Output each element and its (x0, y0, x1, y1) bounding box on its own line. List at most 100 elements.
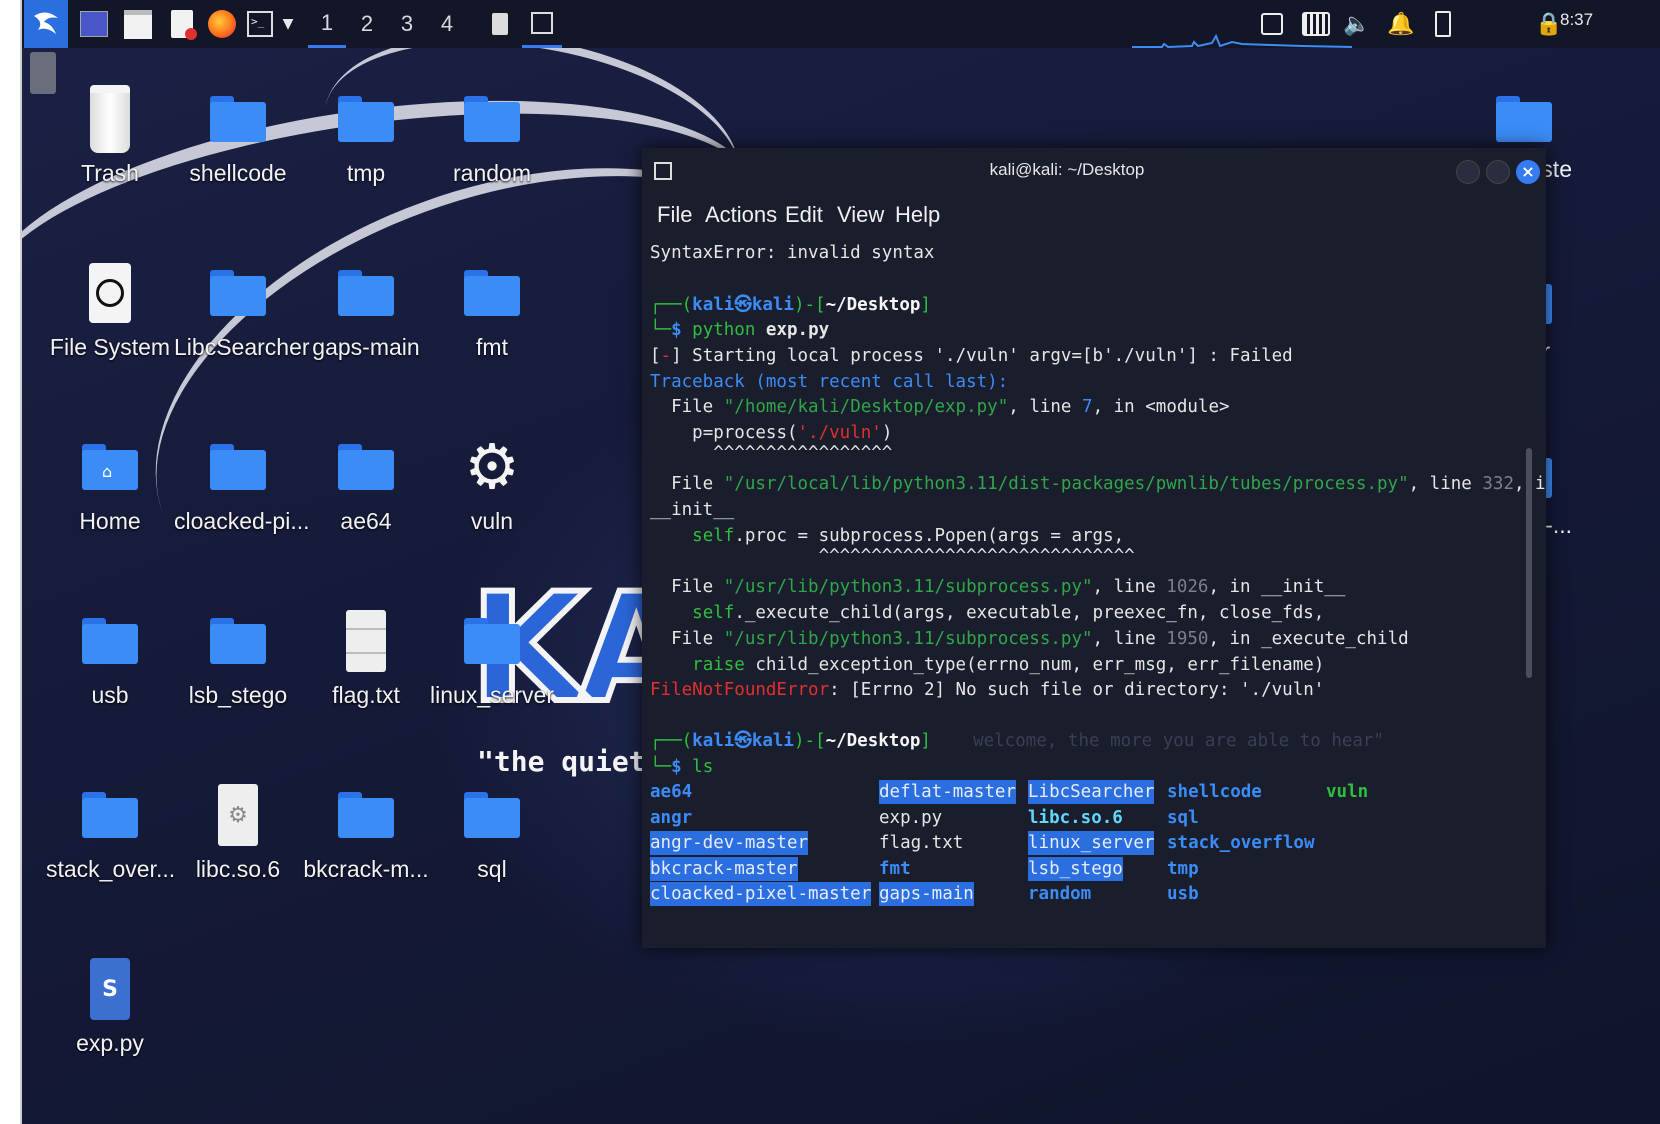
desktop-icon-label: Home (79, 508, 141, 534)
terminal-window[interactable]: kali@kali: ~/Desktop × File Actions Edit… (642, 148, 1546, 948)
desktop-icon[interactable]: gaps-main (302, 258, 430, 361)
workspace-4[interactable]: 4 (428, 0, 466, 48)
command-program: ls (692, 757, 714, 777)
ls-entry: ae64 (650, 782, 693, 802)
close-button[interactable]: × (1516, 160, 1540, 184)
terminal-output[interactable]: SyntaxError: invalid syntax ┌──(kali㉿kal… (650, 240, 1546, 940)
traceback-code: self._execute_child(args, executable, pr… (650, 600, 1324, 626)
desktop-icon[interactable]: usb (46, 606, 174, 709)
notification-bell-icon[interactable]: 🔔 (1384, 0, 1418, 48)
desktop[interactable]: KA "the quieter >_ ▼ 1 2 3 4 🔈 🔔 8:37 🔒 … (22, 0, 1660, 1124)
taskbar-editor-window-icon[interactable] (482, 0, 518, 48)
desktop-icon[interactable]: tmp (302, 84, 430, 187)
desktop-icon[interactable]: lsb_stego (174, 606, 302, 709)
desktop-icon[interactable]: sql (428, 780, 556, 883)
output-line: SyntaxError: invalid syntax (650, 240, 934, 266)
terminal-scrollbar[interactable] (1526, 448, 1532, 678)
command-line: └─$ python exp.py (650, 320, 830, 340)
desktop-icon[interactable]: shellcode (174, 84, 302, 187)
file-manager-icon[interactable] (120, 0, 156, 48)
left-edge (0, 0, 22, 1124)
desktop-icon-label: flag.txt (332, 682, 400, 708)
folder-icon (428, 84, 556, 154)
screenshot-icon[interactable] (1256, 0, 1288, 48)
error-message: : [Errno 2] No such file or directory: '… (829, 680, 1325, 700)
battery-icon[interactable] (1426, 0, 1460, 48)
ghost-suggestion: welcome, the more you are able to hear" (973, 731, 1385, 751)
code-keyword: self (692, 603, 735, 623)
prompt-line: ┌──(kali㉿kali)-[~/Desktop] welcome, the … (650, 731, 1385, 751)
library-file-icon: ⚙ (174, 780, 302, 850)
desktop-icon[interactable]: linux_server (428, 606, 556, 709)
desktop-icon[interactable]: fmt (428, 258, 556, 361)
syntax-error-text: SyntaxError: invalid syntax (650, 243, 935, 263)
desktop-icon[interactable]: Sexp.py (46, 954, 174, 1057)
terminal-titlebar[interactable]: kali@kali: ~/Desktop × (642, 148, 1546, 194)
ls-entry: tmp (1167, 858, 1199, 879)
folder-icon (428, 606, 556, 676)
text-file-icon (302, 606, 430, 676)
menu-help[interactable]: Help (895, 198, 940, 232)
text-editor-icon[interactable] (164, 0, 200, 48)
desktop-icon[interactable]: stack_over... (46, 780, 176, 883)
kali-menu-icon[interactable] (24, 0, 68, 48)
desktop-icon-label: gaps-main (312, 334, 420, 360)
desktop-icon[interactable]: LibcSearcher (174, 258, 310, 361)
desktop-show-icon[interactable] (76, 0, 112, 48)
desktop-icon-label: libc.so.6 (195, 856, 281, 882)
code-text: child_exception_type(errno_num, err_msg,… (744, 655, 1325, 675)
ls-entry: angr (650, 807, 693, 828)
menu-edit[interactable]: Edit (785, 198, 823, 232)
traceback-frame: File "/usr/lib/python3.11/subprocess.py"… (650, 629, 1409, 649)
ls-entry: lsb_stego (1028, 856, 1123, 881)
desktop-icon-label: File System (49, 334, 171, 360)
keyboard-icon[interactable] (1298, 0, 1334, 48)
workspace-2[interactable]: 2 (348, 0, 386, 48)
ls-output: ae64 angr angr-dev-master bkcrack-master clo… (650, 780, 1530, 920)
gear-icon: ⚙ (464, 430, 520, 503)
ls-entry: linux_server (1028, 831, 1155, 856)
ls-entry: libc.so.6 (1028, 807, 1123, 828)
menu-file[interactable]: File (657, 198, 692, 232)
minimize-button[interactable] (1456, 160, 1480, 184)
menu-actions[interactable]: Actions (705, 198, 777, 232)
traceback-path: "/home/kali/Desktop/exp.py" (723, 397, 1009, 417)
code-text: ._execute_child(args, executable, preexe… (734, 603, 1325, 623)
lock-icon[interactable]: 🔒 (1532, 0, 1566, 48)
traceback-rest: , in __init__ (1208, 577, 1346, 597)
desktop-icon-label: Trash (81, 160, 139, 186)
traceback-frame: File "/usr/local/lib/python3.11/dist-pac… (650, 471, 1546, 497)
desktop-icon[interactable]: ae64 (302, 432, 430, 535)
folder-icon (428, 780, 556, 850)
traceback-frame: File "/home/kali/Desktop/exp.py", line 7… (650, 397, 1230, 417)
workspace-1[interactable]: 1 (308, 0, 346, 48)
volume-icon[interactable]: 🔈 (1340, 0, 1374, 48)
desktop-icon-label: usb (91, 682, 129, 708)
desktop-icon-label: sql (477, 856, 507, 882)
workspace-3[interactable]: 3 (388, 0, 426, 48)
desktop-icon-label: ae64 (340, 508, 392, 534)
desktop-icon[interactable]: random (428, 84, 556, 187)
ls-entry: flag.txt (879, 833, 964, 854)
menu-view[interactable]: View (837, 198, 884, 232)
desktop-icon-label: stack_over... (46, 856, 176, 882)
folder-icon (174, 606, 302, 676)
ls-entry: gaps-main (879, 882, 974, 907)
error-name: FileNotFoundError (650, 680, 830, 700)
firefox-icon[interactable] (204, 0, 240, 48)
desktop-icon[interactable]: File System (46, 258, 174, 361)
desktop-icon[interactable]: cloacked-pi... (174, 432, 310, 535)
chevron-down-icon[interactable]: ▼ (278, 0, 298, 48)
desktop-icon[interactable]: ⌂ Home (46, 432, 174, 535)
desktop-icon[interactable]: flag.txt (302, 606, 430, 709)
desktop-icon[interactable]: ⚙ vuln (428, 432, 556, 535)
desktop-icon-label: bkcrack-m... (303, 856, 429, 882)
desktop-icon-label: shellcode (189, 160, 287, 186)
taskbar-terminal-window-icon[interactable] (522, 0, 562, 48)
maximize-button[interactable] (1486, 160, 1510, 184)
desktop-icon[interactable]: Trash (46, 84, 174, 187)
desktop-icon[interactable]: ⚙ libc.so.6 (174, 780, 302, 883)
starting-process-text: ] Starting local process './vuln' argv=[… (671, 346, 1293, 366)
terminal-icon[interactable]: >_ (242, 0, 278, 48)
desktop-icon[interactable]: bkcrack-m... (302, 780, 430, 883)
